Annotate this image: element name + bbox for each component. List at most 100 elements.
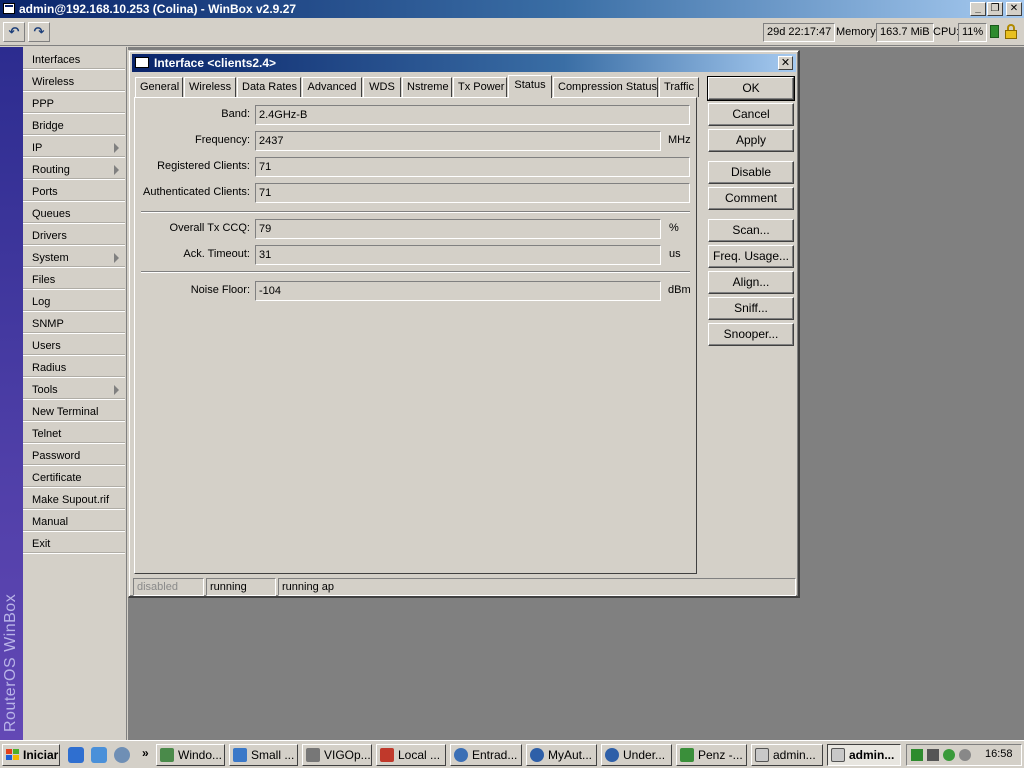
redo-icon[interactable]: ↷ — [28, 22, 50, 42]
separator — [141, 271, 690, 273]
close-window-button[interactable]: ✕ — [1006, 2, 1022, 16]
sidebar-item-snmp[interactable]: SNMP — [23, 314, 125, 334]
window-title-bar[interactable]: admin@192.168.10.253 (Colina) - WinBox v… — [0, 0, 1024, 18]
memory-label: Memory: — [836, 26, 879, 38]
submenu-arrow-icon — [114, 165, 119, 175]
sidebar-item-label: Exit — [32, 538, 51, 550]
taskbar-item[interactable]: Local ... — [376, 744, 446, 766]
sidebar-item-manual[interactable]: Manual — [23, 512, 125, 532]
sidebar-item-label: Make Supout.rif — [32, 494, 110, 506]
dialog-title-bar[interactable]: Interface <clients2.4> ✕ — [132, 54, 796, 72]
taskbar-item[interactable]: admin... — [751, 744, 823, 766]
sidebar-item-exit[interactable]: Exit — [23, 534, 125, 554]
volume-icon[interactable] — [959, 749, 971, 761]
user-icon[interactable] — [943, 749, 955, 761]
sidebar-item-users[interactable]: Users — [23, 336, 125, 356]
sidebar-item-label: Queues — [32, 208, 71, 220]
tab-status[interactable]: Status — [508, 75, 552, 98]
network-icon[interactable] — [927, 749, 939, 761]
sidebar-item-drivers[interactable]: Drivers — [23, 226, 125, 246]
ack-timeout-label: Ack. Timeout: — [183, 248, 250, 260]
sidebar-item-label: Files — [32, 274, 56, 286]
undo-icon[interactable]: ↶ — [3, 22, 25, 42]
align-button[interactable]: Align... — [708, 271, 794, 294]
tab-data-rates[interactable]: Data Rates — [237, 77, 301, 97]
sidebar-item-bridge[interactable]: Bridge — [23, 116, 125, 136]
sidebar-item-system[interactable]: System — [23, 248, 125, 268]
interface-dialog: Interface <clients2.4> ✕ General Wireles… — [128, 50, 800, 598]
comment-button[interactable]: Comment — [708, 187, 794, 210]
sidebar-item-files[interactable]: Files — [23, 270, 125, 290]
flag-icon[interactable] — [911, 749, 923, 761]
frequency-field: 2437 — [255, 131, 661, 151]
taskbar-item-label: Under... — [623, 748, 666, 762]
sidebar-item-new-terminal[interactable]: New Terminal — [23, 402, 125, 422]
sidebar-item-certificate[interactable]: Certificate — [23, 468, 125, 488]
cancel-button[interactable]: Cancel — [708, 103, 794, 126]
freq-usage-button[interactable]: Freq. Usage... — [708, 245, 794, 268]
sidebar-item-ports[interactable]: Ports — [23, 182, 125, 202]
dialog-title: Interface <clients2.4> — [154, 56, 277, 70]
tab-nstreme[interactable]: Nstreme — [402, 77, 452, 97]
sidebar-item-password[interactable]: Password — [23, 446, 125, 466]
overall-tx-ccq-field: 79 — [255, 219, 661, 239]
maximize-button[interactable]: ❐ — [987, 2, 1003, 16]
taskbar-item[interactable]: Entrad... — [450, 744, 522, 766]
snooper-button[interactable]: Snooper... — [708, 323, 794, 346]
uptime-display: 29d 22:17:47 — [763, 23, 836, 42]
sidebar-item-label: Drivers — [32, 230, 67, 242]
noise-floor-label: Noise Floor: — [190, 284, 250, 296]
sidebar-item-interfaces[interactable]: Interfaces — [23, 50, 125, 70]
ok-button[interactable]: OK — [707, 76, 795, 101]
sidebar-item-label: Tools — [32, 384, 58, 396]
taskbar-item-active[interactable]: admin... — [827, 744, 901, 766]
sidebar-item-queues[interactable]: Queues — [23, 204, 125, 224]
tab-tx-power[interactable]: Tx Power — [453, 77, 507, 97]
start-button[interactable]: Iniciar — [2, 744, 60, 766]
status-mode: running ap — [278, 578, 796, 596]
app-icon — [233, 748, 247, 762]
sidebar-item-telnet[interactable]: Telnet — [23, 424, 125, 444]
tab-compression-status[interactable]: Compression Status — [553, 77, 658, 97]
sniff-button[interactable]: Sniff... — [708, 297, 794, 320]
sidebar-item-label: System — [32, 252, 69, 264]
taskbar-item[interactable]: Penz -... — [676, 744, 747, 766]
sidebar-item-ip[interactable]: IP — [23, 138, 125, 158]
show-desktop-icon[interactable] — [91, 747, 107, 763]
taskbar-item[interactable]: Small ... — [229, 744, 298, 766]
dialog-close-button[interactable]: ✕ — [778, 56, 793, 70]
windows-logo-icon — [6, 749, 20, 761]
sidebar-item-radius[interactable]: Radius — [23, 358, 125, 378]
taskbar-item[interactable]: Under... — [601, 744, 672, 766]
taskbar-item[interactable]: VIGOp... — [302, 744, 372, 766]
sidebar-item-routing[interactable]: Routing — [23, 160, 125, 180]
tab-wireless[interactable]: Wireless — [184, 77, 236, 97]
tab-traffic[interactable]: Traffic — [659, 77, 699, 97]
sidebar-item-label: Manual — [32, 516, 69, 528]
minimize-button[interactable]: _ — [970, 2, 986, 16]
internet-explorer-icon[interactable] — [68, 747, 84, 763]
submenu-arrow-icon — [114, 253, 119, 263]
tab-advanced[interactable]: Advanced — [302, 77, 362, 97]
sidebar-item-ppp[interactable]: PPP — [23, 94, 125, 114]
tab-wds[interactable]: WDS — [363, 77, 401, 97]
quick-launch-more-icon[interactable]: » — [142, 746, 149, 760]
sidebar-item-make-supout[interactable]: Make Supout.rif — [23, 490, 125, 510]
sidebar-item-log[interactable]: Log — [23, 292, 125, 312]
disable-button[interactable]: Disable — [708, 161, 794, 184]
system-tray: 16:58 — [906, 744, 1022, 766]
scan-button[interactable]: Scan... — [708, 219, 794, 242]
sidebar-item-label: IP — [32, 142, 43, 154]
taskbar-item[interactable]: Windo... — [156, 744, 225, 766]
taskbar-item[interactable]: MyAut... — [526, 744, 597, 766]
clock[interactable]: 16:58 — [985, 748, 1013, 760]
sidebar-item-label: Telnet — [32, 428, 62, 440]
sidebar-item-tools[interactable]: Tools — [23, 380, 125, 400]
start-label: Iniciar — [23, 748, 59, 762]
tab-general[interactable]: General — [135, 77, 183, 97]
apply-button[interactable]: Apply — [708, 129, 794, 152]
submenu-arrow-icon — [114, 385, 119, 395]
media-player-icon[interactable] — [114, 747, 130, 763]
overall-tx-ccq-label: Overall Tx CCQ: — [169, 222, 250, 234]
sidebar-item-wireless[interactable]: Wireless — [23, 72, 125, 92]
